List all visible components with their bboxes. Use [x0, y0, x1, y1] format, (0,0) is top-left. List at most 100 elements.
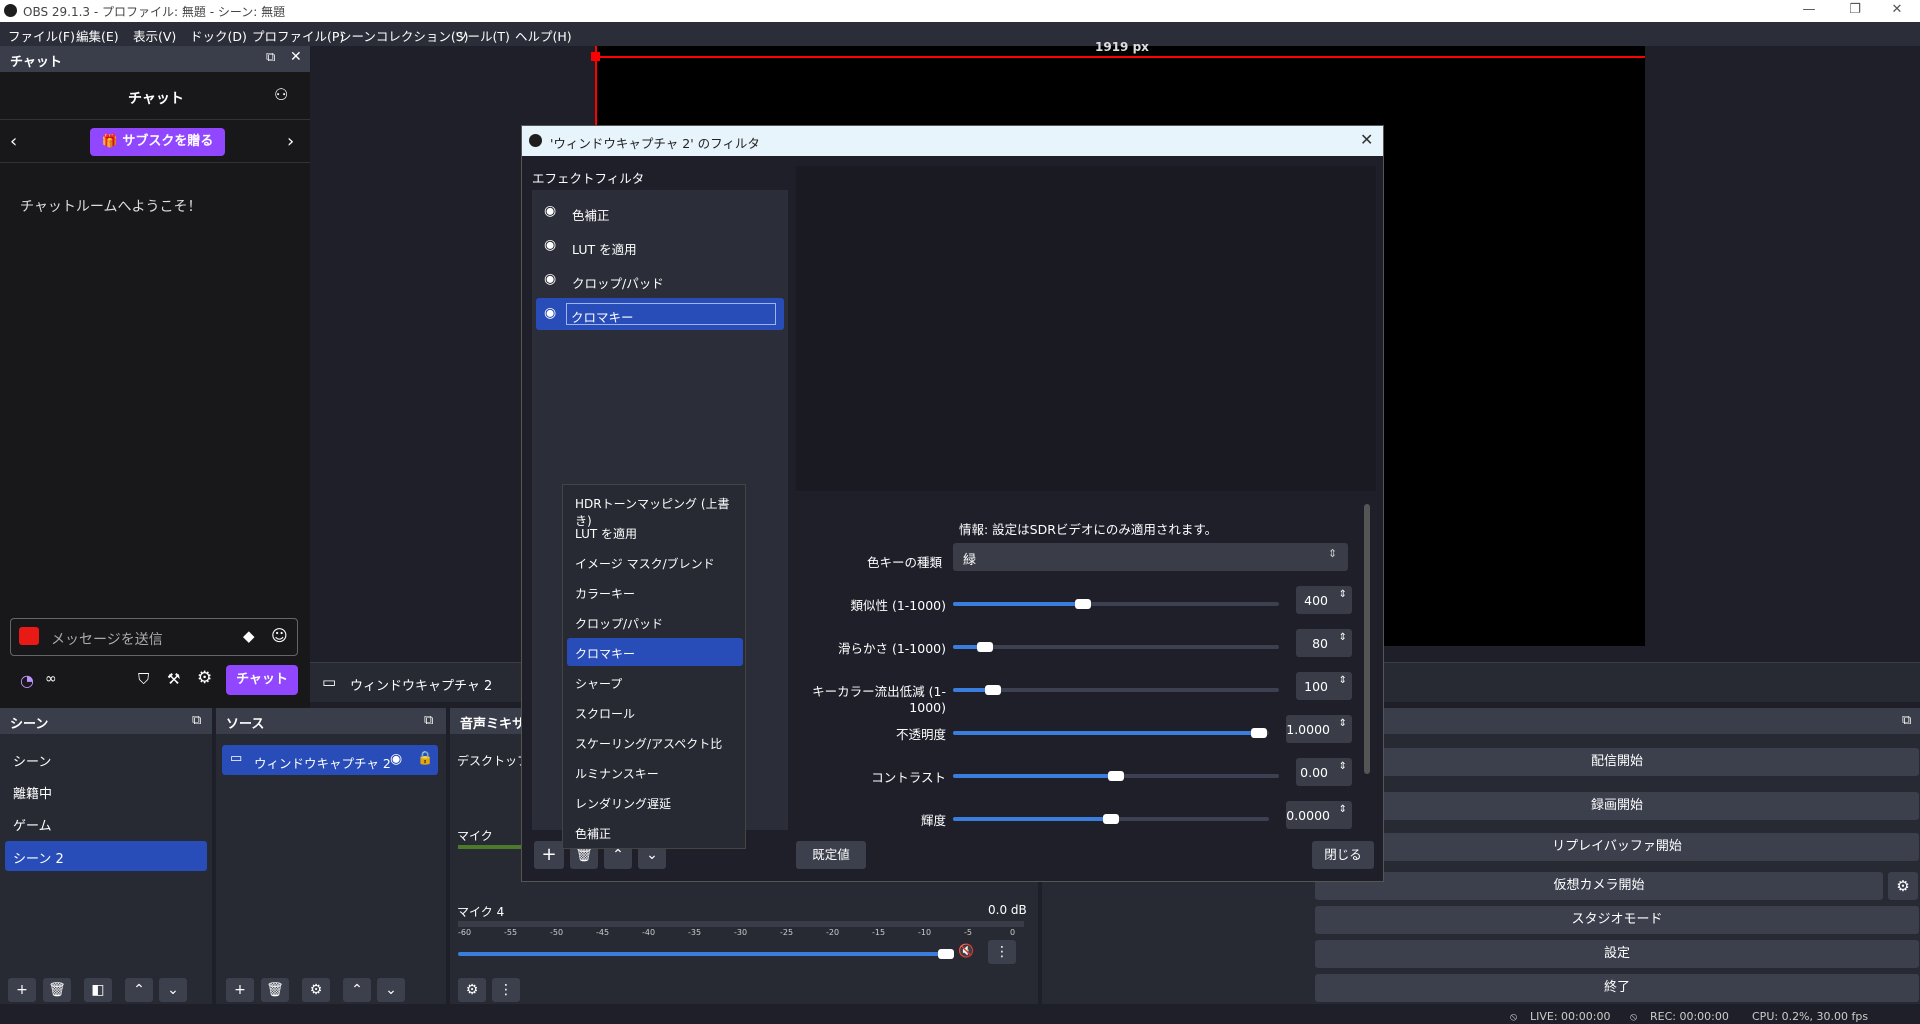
- close-icon[interactable]: ✕: [1360, 130, 1373, 149]
- remove-source-icon[interactable]: 🗑: [261, 978, 289, 1002]
- properties-scrollbar[interactable]: [1364, 504, 1370, 774]
- contrast-spinbox[interactable]: 0.00 ⇕: [1296, 758, 1352, 786]
- add-scene-button[interactable]: +: [8, 978, 36, 1002]
- menu-item[interactable]: スケーリング/アスペクト比: [567, 728, 743, 756]
- add-source-button[interactable]: +: [226, 978, 254, 1002]
- menu-dock[interactable]: ドック(D): [190, 26, 247, 45]
- undock-icon[interactable]: ⧉: [1902, 713, 1911, 728]
- visibility-eye-icon[interactable]: ◉: [544, 271, 556, 287]
- slider-handle[interactable]: [977, 642, 993, 652]
- menu-profile[interactable]: プロファイル(P): [252, 26, 344, 45]
- scene-item[interactable]: 離籍中: [5, 777, 207, 805]
- undock-icon[interactable]: ⧉: [192, 713, 201, 728]
- slider-handle[interactable]: [1108, 771, 1124, 781]
- key-color-select[interactable]: 緑 ⇕: [953, 543, 1348, 571]
- lock-icon[interactable]: 🔒: [417, 751, 433, 766]
- canvas-handle[interactable]: [591, 52, 600, 61]
- add-filter-button[interactable]: +: [534, 841, 564, 869]
- filter-item[interactable]: ◉ クロップ/パッド: [536, 264, 784, 296]
- virtual-camera-settings-icon[interactable]: ⚙: [1888, 872, 1918, 900]
- spin-arrows-icon[interactable]: ⇕: [1339, 718, 1347, 729]
- spill-reduction-slider[interactable]: [953, 685, 1279, 695]
- brightness-slider[interactable]: [953, 814, 1269, 824]
- shield-icon[interactable]: ⛉: [138, 670, 149, 688]
- start-streaming-button[interactable]: 配信開始: [1315, 748, 1919, 776]
- smoothness-spinbox[interactable]: 80 ⇕: [1296, 629, 1352, 657]
- visibility-eye-icon[interactable]: ◉: [390, 751, 402, 767]
- chat-send-button[interactable]: チャット: [226, 665, 298, 695]
- volume-slider[interactable]: [458, 949, 954, 959]
- contrast-slider[interactable]: [953, 771, 1279, 781]
- filter-rename-box[interactable]: クロマキー: [566, 303, 776, 325]
- opacity-spinbox[interactable]: 1.0000 ⇕: [1286, 715, 1352, 743]
- volume-handle[interactable]: [938, 949, 954, 959]
- defaults-button[interactable]: 既定値: [796, 841, 866, 869]
- settings-button[interactable]: 設定: [1315, 940, 1919, 968]
- close-dialog-button[interactable]: 閉じる: [1312, 841, 1374, 869]
- undock-icon[interactable]: ⧉: [266, 50, 275, 65]
- spin-arrows-icon[interactable]: ⇕: [1339, 589, 1347, 600]
- scene-item-selected[interactable]: シーン 2: [5, 841, 207, 871]
- menu-item[interactable]: カラーキー: [567, 578, 743, 606]
- start-replay-buffer-button[interactable]: リプレイバッファ開始: [1315, 833, 1919, 861]
- scene-item[interactable]: シーン: [5, 745, 207, 773]
- spin-arrows-icon[interactable]: ⇕: [1339, 761, 1347, 772]
- studio-mode-button[interactable]: スタジオモード: [1315, 906, 1919, 934]
- bits-icon[interactable]: ◆: [243, 627, 255, 645]
- spin-arrows-icon[interactable]: ⇕: [1339, 675, 1347, 686]
- menu-item[interactable]: ルミナンスキー: [567, 758, 743, 786]
- menu-item[interactable]: クロップ/パッド: [567, 608, 743, 636]
- spin-arrows-icon[interactable]: ⇕: [1339, 632, 1347, 643]
- exit-button[interactable]: 終了: [1315, 974, 1919, 1002]
- move-down-icon[interactable]: ⌄: [159, 978, 187, 1002]
- chevron-left-icon[interactable]: ‹: [10, 131, 17, 152]
- start-recording-button[interactable]: 録画開始: [1315, 792, 1919, 820]
- advanced-audio-icon[interactable]: ⚙: [458, 978, 486, 1002]
- slider-handle[interactable]: [1251, 728, 1267, 738]
- users-icon[interactable]: ⚇: [274, 85, 288, 104]
- scene-filters-icon[interactable]: ◧: [84, 978, 112, 1002]
- menu-tools[interactable]: ツール(T): [455, 26, 510, 45]
- menu-item[interactable]: HDRトーンマッピング (上書き): [567, 488, 743, 528]
- similarity-slider[interactable]: [953, 599, 1279, 609]
- move-up-icon[interactable]: ⌃: [125, 978, 153, 1002]
- remove-scene-icon[interactable]: 🗑: [43, 978, 71, 1002]
- menu-item[interactable]: 色補正: [567, 818, 743, 846]
- mixer-menu-icon[interactable]: ⋮: [492, 978, 520, 1002]
- undock-icon[interactable]: ⧉: [424, 713, 433, 728]
- slider-handle[interactable]: [985, 685, 1001, 695]
- menu-help[interactable]: ヘルプ(H): [515, 26, 572, 45]
- filter-item-selected[interactable]: ◉ クロマキー: [536, 298, 784, 330]
- source-item[interactable]: ▭ ウィンドウキャプチャ 2 ◉ 🔒: [222, 745, 438, 775]
- menu-item[interactable]: LUT を適用: [567, 518, 743, 546]
- mute-icon[interactable]: 🔇: [958, 944, 974, 959]
- maximize-icon[interactable]: ❐: [1832, 0, 1878, 22]
- filter-item[interactable]: ◉ 色補正: [536, 196, 784, 228]
- slider-handle[interactable]: [1103, 814, 1119, 824]
- slider-handle[interactable]: [1075, 599, 1091, 609]
- scene-item[interactable]: ゲーム: [5, 809, 207, 837]
- menu-item[interactable]: シャープ: [567, 668, 743, 696]
- emote-icon[interactable]: ☺: [271, 626, 288, 645]
- channel-points-icon[interactable]: ◔: [20, 671, 34, 690]
- chat-input[interactable]: メッセージを送信 ◆ ☺: [10, 618, 298, 656]
- similarity-spinbox[interactable]: 400 ⇕: [1296, 586, 1352, 614]
- visibility-eye-icon[interactable]: ◉: [544, 203, 556, 219]
- brightness-spinbox[interactable]: 0.0000 ⇕: [1286, 801, 1352, 829]
- menu-edit[interactable]: 編集(E): [76, 26, 119, 45]
- mod-icon[interactable]: ⚒: [167, 670, 180, 688]
- filter-item[interactable]: ◉ LUT を適用: [536, 230, 784, 262]
- menu-item[interactable]: スクロール: [567, 698, 743, 726]
- spin-arrows-icon[interactable]: ⇕: [1339, 804, 1347, 815]
- minimize-icon[interactable]: —: [1786, 0, 1832, 22]
- chevron-right-icon[interactable]: ›: [287, 131, 294, 152]
- move-down-icon[interactable]: ⌄: [377, 978, 405, 1002]
- opacity-slider[interactable]: [953, 728, 1269, 738]
- spill-reduction-spinbox[interactable]: 100 ⇕: [1296, 672, 1352, 700]
- start-virtual-camera-button[interactable]: 仮想カメラ開始: [1315, 872, 1883, 900]
- gift-sub-button[interactable]: 🎁 サブスクを贈る: [90, 128, 225, 156]
- gear-icon[interactable]: ⚙: [197, 668, 212, 688]
- move-up-icon[interactable]: ⌃: [343, 978, 371, 1002]
- menu-item[interactable]: レンダリング遅延: [567, 788, 743, 816]
- smoothness-slider[interactable]: [953, 642, 1279, 652]
